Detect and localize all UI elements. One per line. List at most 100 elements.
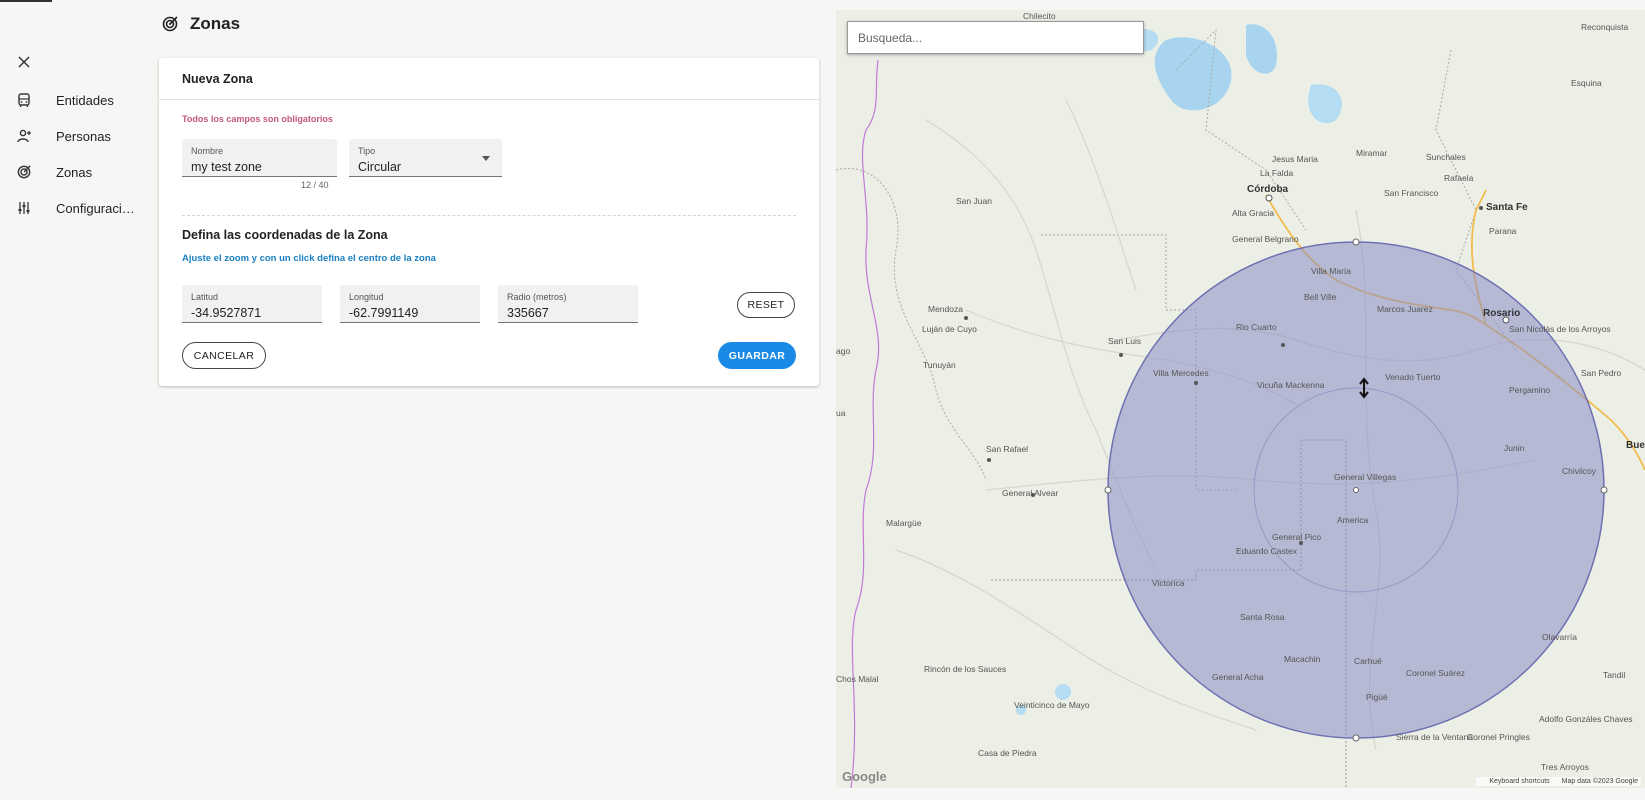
sidebar-item-entidades[interactable]: Entidades <box>0 82 150 118</box>
name-field-value: my test zone <box>191 160 262 174</box>
map-label: General Villegas <box>1334 472 1397 482</box>
map-view[interactable]: Busqueda... Chilecito Reconquista Esquin… <box>836 10 1645 788</box>
zones-icon <box>162 16 178 32</box>
cancel-button[interactable]: CANCELAR <box>182 342 266 369</box>
longitude-field-value: -62.7991149 <box>349 306 419 320</box>
keyboard-shortcuts-link[interactable]: Keyboard shortcuts <box>1489 778 1549 785</box>
map-label: Luján de Cuyo <box>922 324 977 334</box>
map-label: Sunchales <box>1426 152 1466 162</box>
map-label: Chilecito <box>1023 11 1056 21</box>
card-title: Nueva Zona <box>182 71 253 86</box>
map-label: Sierra de la Ventana <box>1396 732 1474 742</box>
new-zone-card: Nueva Zona Todos los campos son obligato… <box>159 58 819 386</box>
map-label: America <box>1337 515 1369 525</box>
name-field-label: Nombre <box>191 146 224 156</box>
sidebar-nav: Entidades Personas Zonas Configuracio... <box>0 82 150 226</box>
map-label: Veinticinco de Mayo <box>1014 700 1090 710</box>
radius-field[interactable]: Radio (metros) 335667 <box>498 285 638 323</box>
map-label: Victorica <box>1152 578 1185 588</box>
map-label: Adolfo Gonzáles Chaves <box>1539 714 1633 724</box>
zone-handle-top[interactable] <box>1352 238 1360 246</box>
map-label: ua <box>836 408 846 418</box>
sidebar-item-label: Personas <box>56 128 111 144</box>
map-label: Reconquista <box>1581 22 1629 32</box>
longitude-field[interactable]: Longitud -62.7991149 <box>340 285 480 323</box>
latitude-field[interactable]: Latitud -34.9527871 <box>182 285 322 323</box>
chevron-down-icon <box>482 156 490 161</box>
map-label: Junin <box>1504 443 1525 453</box>
longitude-field-label: Longitud <box>349 292 384 302</box>
type-select[interactable]: Tipo Circular <box>349 139 502 177</box>
map-search-input[interactable]: Busqueda... <box>847 21 1144 54</box>
map-label: San Luis <box>1108 336 1142 346</box>
map-label: Alta Gracia <box>1232 208 1275 218</box>
map-label: Marcos Juarez <box>1377 304 1433 314</box>
map-label: Villa Mercedes <box>1153 368 1209 378</box>
map-label: Rincón de los Sauces <box>924 664 1007 674</box>
latitude-field-value: -34.9527871 <box>191 306 262 320</box>
map-label: Chos Malal <box>836 674 879 684</box>
map-label: Eduardo Castex <box>1236 546 1297 556</box>
zone-center-handle[interactable] <box>1353 487 1359 493</box>
map-label: General Acha <box>1212 672 1264 682</box>
sidebar-item-label: Zonas <box>56 164 93 180</box>
map-label: General Pico <box>1272 532 1322 542</box>
name-char-counter: 12 / 40 <box>301 180 329 190</box>
map-label: San Juan <box>956 196 992 206</box>
zone-handle-bottom[interactable] <box>1352 734 1360 742</box>
type-select-label: Tipo <box>358 146 376 156</box>
map-label: Tunuyán <box>923 360 956 370</box>
sidebar-item-label: Entidades <box>56 92 114 108</box>
card-header: Nueva Zona <box>159 58 819 100</box>
page-header: Zonas <box>162 14 240 34</box>
map-label: Pergamino <box>1509 385 1551 395</box>
map-label: Bell Ville <box>1304 292 1337 302</box>
section-divider <box>182 215 796 216</box>
latitude-field-label: Latitud <box>191 292 219 302</box>
type-select-value: Circular <box>358 160 402 174</box>
map-label: Córdoba <box>1247 184 1289 195</box>
zone-handle-left[interactable] <box>1104 486 1112 494</box>
map-label: Vicuña Mackenna <box>1257 380 1325 390</box>
page-title: Zonas <box>190 14 241 33</box>
map-label: General Belgrano <box>1232 234 1299 244</box>
map-label: Macachin <box>1284 654 1321 664</box>
map-label: General Alvear <box>1002 488 1059 498</box>
sliders-icon <box>16 200 32 216</box>
map-label: Rosario <box>1483 308 1521 319</box>
radius-field-label: Radio (metros) <box>507 292 567 302</box>
sidebar-item-configuracion[interactable]: Configuracio... <box>0 190 150 226</box>
map-label: Venado Tuerto <box>1385 372 1441 382</box>
coordinates-section-title: Defina las coordenadas de la Zona <box>182 228 388 242</box>
coordinates-hint: Ajuste el zoom y con un click defina el … <box>182 253 436 264</box>
sidebar-item-label: Configuracio... <box>56 200 136 216</box>
map-label: Santa Rosa <box>1240 612 1285 622</box>
map-label: San Nicolás de los Arroyos <box>1509 324 1611 334</box>
close-icon <box>18 56 30 68</box>
map-label: Villa María <box>1311 266 1351 276</box>
zones-icon <box>16 164 32 180</box>
close-sidebar-button[interactable] <box>14 52 34 72</box>
map-data-notice: Map data ©2023 Google <box>1561 778 1638 785</box>
radius-field-value: 335667 <box>507 306 549 320</box>
sidebar-item-zonas[interactable]: Zonas <box>0 154 150 190</box>
zone-handle-right[interactable] <box>1600 486 1608 494</box>
name-field[interactable]: Nombre my test zone <box>182 139 337 177</box>
map-label: Malargüe <box>886 518 922 528</box>
top-indicator <box>0 0 52 2</box>
map-label: Bue <box>1626 440 1645 451</box>
map-label: Pigüé <box>1366 692 1388 702</box>
map-label: Coronel Suárez <box>1406 668 1466 678</box>
map-label: San Francisco <box>1384 188 1439 198</box>
map-label: San Pedro <box>1581 368 1622 378</box>
map-label: Rafaela <box>1444 173 1474 183</box>
required-note: Todos los campos son obligatorios <box>182 114 333 124</box>
reset-button[interactable]: RESET <box>737 292 795 318</box>
map-label: Parana <box>1489 226 1517 236</box>
map-label: Chivilcoy <box>1562 466 1597 476</box>
sidebar-item-personas[interactable]: Personas <box>0 118 150 154</box>
map-label: San Rafael <box>986 444 1029 454</box>
save-button[interactable]: GUARDAR <box>718 342 796 369</box>
map-label: Carhué <box>1354 656 1382 666</box>
map-label: Miramar <box>1356 148 1388 158</box>
